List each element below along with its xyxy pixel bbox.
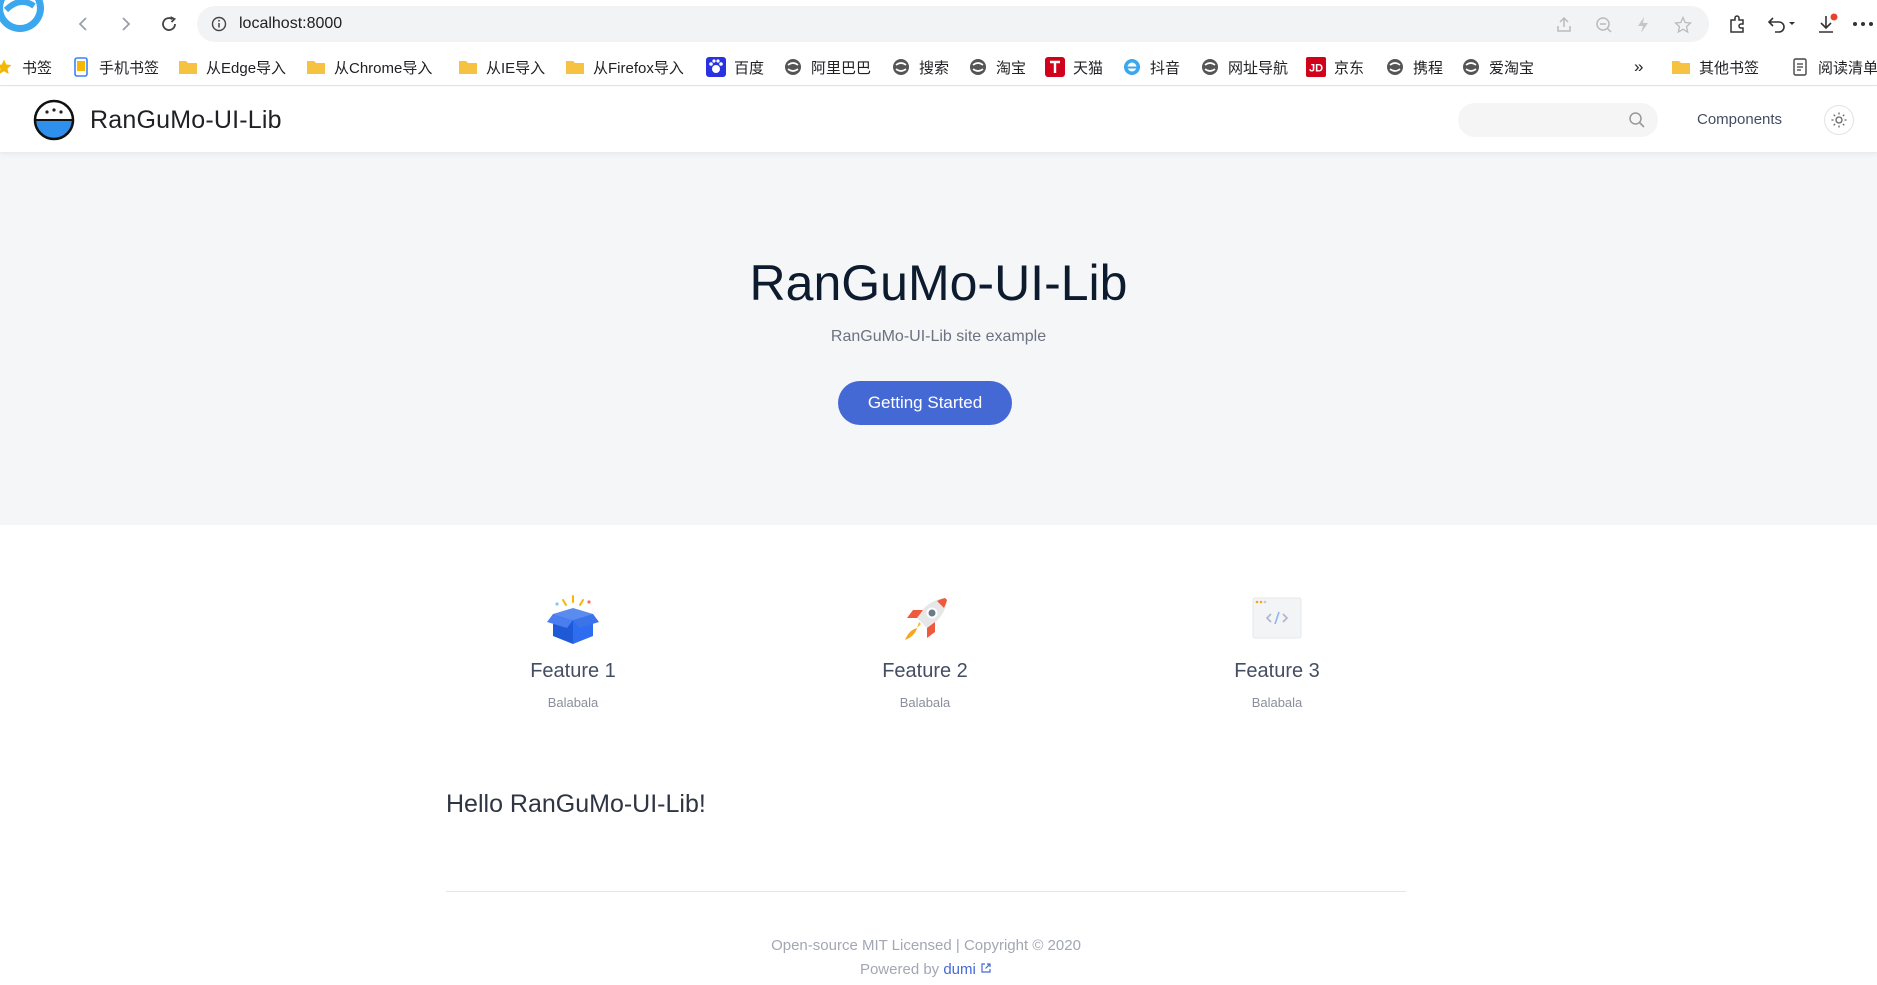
globe-icon <box>1385 57 1405 77</box>
undo-icon[interactable] <box>1764 11 1800 37</box>
bookmark-item[interactable]: 抖音 <box>1122 56 1180 78</box>
bookmarks-bar: 书签 手机书签 从Edge导入 从Chrome导入 从IE导入 从Firefox… <box>0 48 1877 86</box>
theme-toggle-button[interactable] <box>1824 105 1854 135</box>
dumi-link[interactable]: dumi <box>943 961 992 978</box>
lightning-icon[interactable] <box>1633 15 1653 35</box>
svg-text:JD: JD <box>1309 63 1323 75</box>
feature-description: Balabala <box>547 695 599 710</box>
globe-icon <box>1461 57 1481 77</box>
zoom-out-icon[interactable] <box>1594 15 1614 35</box>
folder-icon <box>1671 57 1691 77</box>
feature-card: Feature 3 Balabala <box>1167 592 1387 710</box>
favorite-star-icon[interactable] <box>1673 15 1693 35</box>
feature-description: Balabala <box>1251 695 1303 710</box>
site-logo-icon[interactable] <box>33 99 75 141</box>
feature-card: Feature 1 Balabala <box>463 592 683 710</box>
footer-powered-by: Powered by dumi <box>0 961 1852 978</box>
nav-components-link[interactable]: Components <box>1697 111 1782 128</box>
jd-icon: JD <box>1306 57 1326 77</box>
address-bar[interactable]: localhost:8000 <box>197 6 1709 42</box>
bookmark-item[interactable]: 手机书签 <box>71 56 159 78</box>
bookmark-item[interactable]: 从Chrome导入 <box>306 56 432 78</box>
content-heading: Hello RanGuMo-UI-Lib! <box>446 790 706 818</box>
site-header: RanGuMo-UI-Lib Components <box>0 87 1877 153</box>
search-icon <box>1629 112 1645 128</box>
reload-button[interactable] <box>155 10 183 38</box>
globe-icon <box>1200 57 1220 77</box>
search-input[interactable] <box>1458 103 1618 137</box>
info-icon <box>211 16 227 32</box>
url-text[interactable]: localhost:8000 <box>239 15 342 33</box>
external-link-icon <box>981 963 991 973</box>
globe-icon <box>891 57 911 77</box>
bookmark-item[interactable]: 搜索 <box>891 56 949 78</box>
footer-divider <box>446 891 1406 892</box>
feature-title: Feature 3 <box>1234 660 1320 682</box>
rocket-icon <box>905 598 947 640</box>
reload-icon <box>162 16 177 31</box>
site-name[interactable]: RanGuMo-UI-Lib <box>90 106 282 135</box>
bookmark-item[interactable]: 百度 <box>706 56 764 78</box>
bookmark-item[interactable]: 从IE导入 <box>458 56 545 78</box>
star-icon <box>0 57 14 77</box>
getting-started-button[interactable]: Getting Started <box>838 381 1012 425</box>
feature-description: Balabala <box>899 695 951 710</box>
bookmark-item[interactable]: JD 京东 <box>1306 56 1364 78</box>
download-icon[interactable] <box>1814 11 1840 37</box>
hero-section: RanGuMo-UI-Lib RanGuMo-UI-Lib site examp… <box>0 153 1877 525</box>
folder-icon <box>178 57 198 77</box>
globe-icon <box>968 57 988 77</box>
bookmark-item[interactable]: 爱淘宝 <box>1461 56 1534 78</box>
baidu-icon <box>706 57 726 77</box>
extensions-icon[interactable] <box>1724 11 1750 37</box>
feature-card: Feature 2 Balabala <box>815 592 1035 710</box>
gift-box-icon <box>547 595 599 644</box>
folder-icon <box>458 57 478 77</box>
reading-list-button[interactable]: 阅读清单 <box>1790 56 1877 78</box>
browser-logo-icon <box>0 0 44 32</box>
folder-icon <box>306 57 326 77</box>
bookmark-item[interactable]: 从Edge导入 <box>178 56 286 78</box>
browser-toolbar: localhost:8000 <box>0 0 1877 48</box>
code-window-icon <box>1252 597 1302 639</box>
feature-title: Feature 2 <box>882 660 968 682</box>
folder-icon <box>565 57 585 77</box>
feature-title: Feature 1 <box>530 660 616 682</box>
other-bookmarks-folder[interactable]: 其他书签 <box>1671 56 1759 78</box>
bookmark-item[interactable]: 阿里巴巴 <box>783 56 871 78</box>
more-menu-icon[interactable] <box>1850 11 1876 37</box>
bookmark-item[interactable]: 携程 <box>1385 56 1443 78</box>
back-button[interactable] <box>70 10 98 38</box>
site-search-box[interactable] <box>1458 103 1658 137</box>
tmall-icon <box>1045 57 1065 77</box>
share-icon[interactable] <box>1554 15 1574 35</box>
globe-icon <box>783 57 803 77</box>
bookmark-item[interactable]: 从Firefox导入 <box>565 56 684 78</box>
footer-license: Open-source MIT Licensed | Copyright © 2… <box>771 937 1081 954</box>
bookmark-item[interactable]: 书签 <box>0 56 52 78</box>
bookmark-item[interactable]: 淘宝 <box>968 56 1026 78</box>
phone-icon <box>71 57 91 77</box>
bookmark-item[interactable]: 网址导航 <box>1200 56 1288 78</box>
bookmarks-overflow-button[interactable]: » <box>1634 56 1643 78</box>
browser-e-icon <box>1122 57 1142 77</box>
reading-list-icon <box>1790 57 1810 77</box>
sun-icon <box>1831 112 1847 128</box>
hero-title: RanGuMo-UI-Lib <box>749 255 1128 311</box>
chevron-right-icon <box>122 17 131 31</box>
hero-description: RanGuMo-UI-Lib site example <box>830 328 1047 345</box>
chevron-left-icon <box>78 17 87 31</box>
bookmark-item[interactable]: 天猫 <box>1045 56 1103 78</box>
forward-button[interactable] <box>111 10 139 38</box>
